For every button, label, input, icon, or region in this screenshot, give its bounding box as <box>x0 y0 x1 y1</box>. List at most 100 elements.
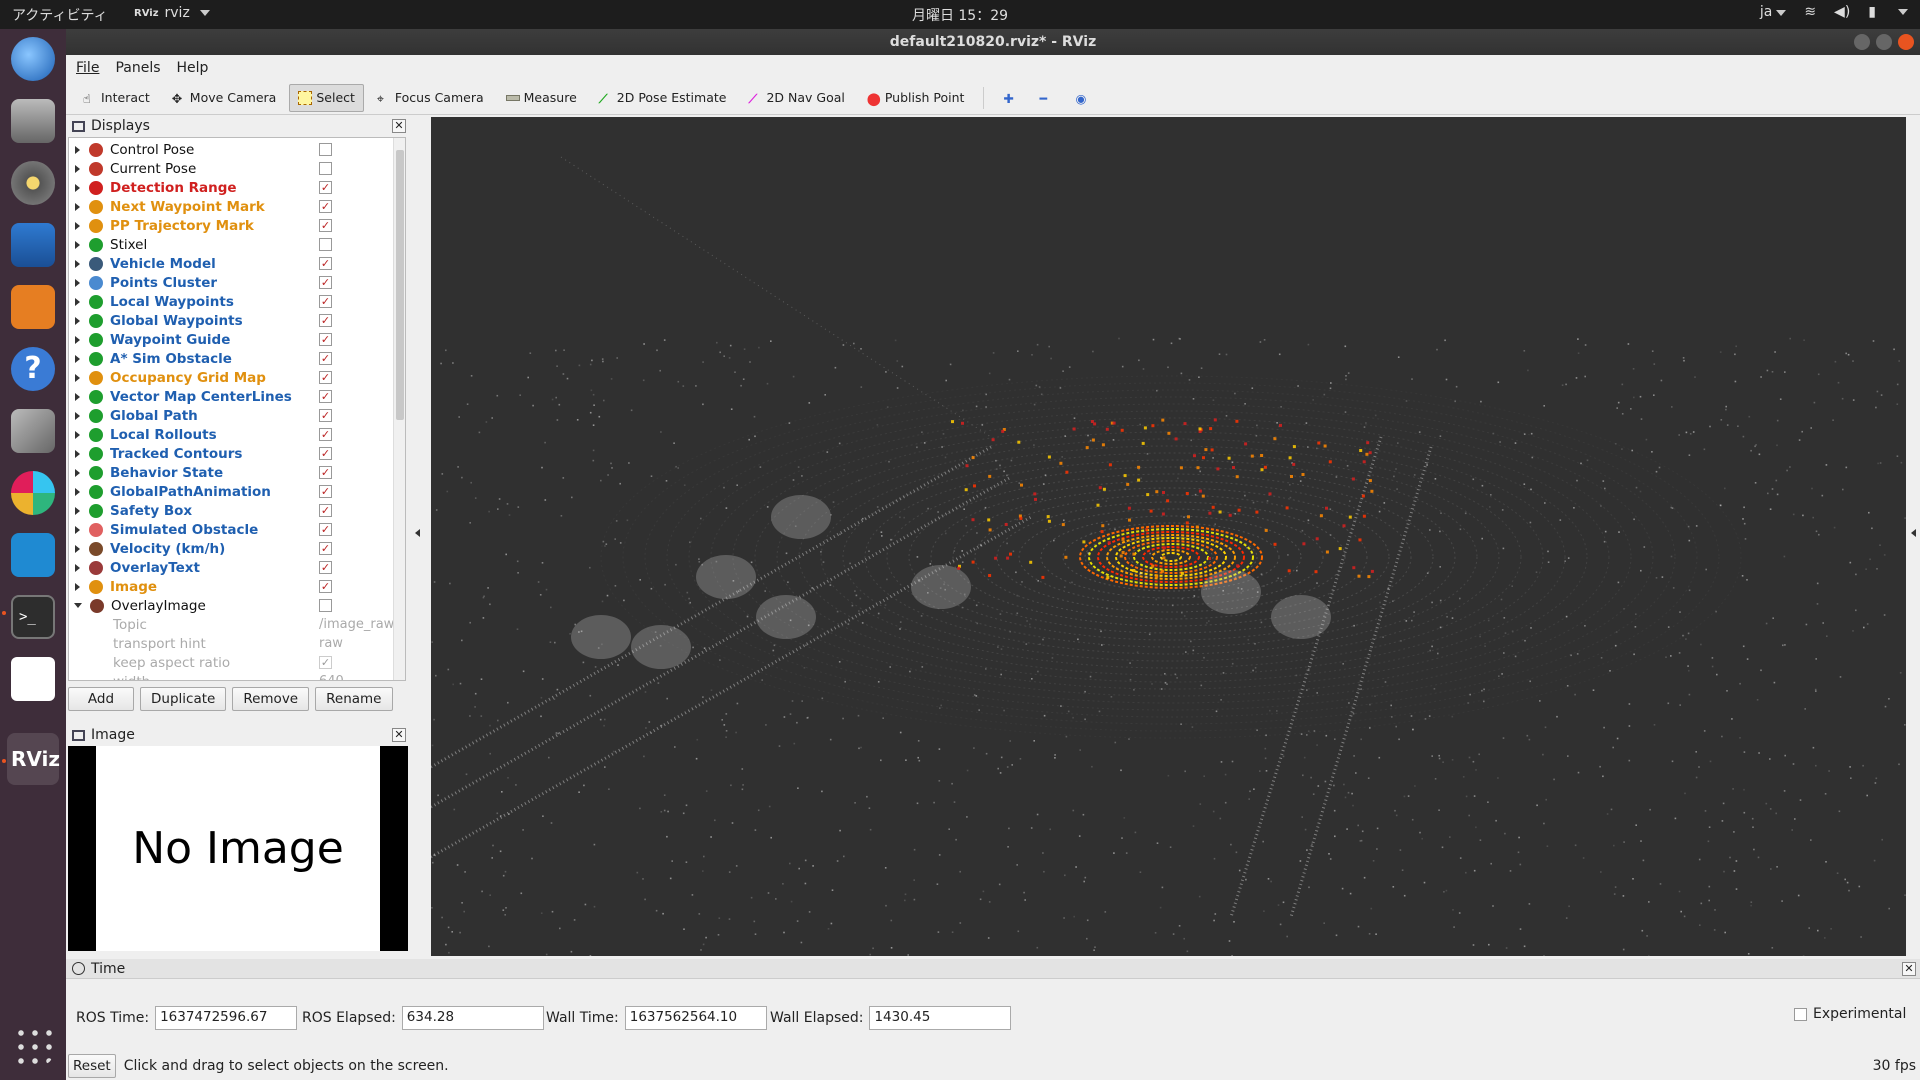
display-item[interactable]: Next Waypoint Mark ✓ <box>69 197 389 216</box>
tool-interact[interactable]: ☝ Interact <box>74 84 159 112</box>
tool-focus-camera[interactable]: ⌖ Focus Camera <box>368 84 493 112</box>
tool-move-camera[interactable]: ✥ Move Camera <box>163 84 286 112</box>
dock-settings[interactable] <box>7 405 59 457</box>
remove-tool-button[interactable]: ━ <box>1030 84 1062 112</box>
display-item[interactable]: OverlayText ✓ <box>69 558 389 577</box>
display-item[interactable]: Points Cluster ✓ <box>69 273 389 292</box>
tool-measure[interactable]: Measure <box>497 84 586 112</box>
displays-scrollbar[interactable] <box>393 138 405 680</box>
window-titlebar[interactable]: default210820.rviz* - RViz <box>66 29 1920 55</box>
display-enable-checkbox[interactable] <box>319 599 332 612</box>
display-item[interactable]: A* Sim Obstacle ✓ <box>69 349 389 368</box>
tool-2d-pose-estimate[interactable]: ⟋ 2D Pose Estimate <box>590 84 736 112</box>
display-enable-checkbox[interactable]: ✓ <box>319 485 332 498</box>
display-item[interactable]: Local Waypoints ✓ <box>69 292 389 311</box>
display-property-row[interactable]: width640 <box>69 672 389 681</box>
add-button[interactable]: Add <box>68 687 134 711</box>
dock-slack[interactable] <box>7 467 59 519</box>
display-property-row[interactable]: Topic/image_raw <box>69 615 394 634</box>
property-value[interactable]: 640 <box>319 674 344 680</box>
display-item[interactable]: Control Pose <box>69 140 389 159</box>
property-value[interactable]: /image_raw <box>319 617 394 632</box>
expand-right-icon[interactable] <box>75 487 80 496</box>
expand-right-icon[interactable] <box>75 259 80 268</box>
app-menu[interactable]: RViz rviz <box>134 5 210 21</box>
expand-right-icon[interactable] <box>75 525 80 534</box>
display-enable-checkbox[interactable]: ✓ <box>319 276 332 289</box>
display-enable-checkbox[interactable]: ✓ <box>319 542 332 555</box>
display-enable-checkbox[interactable] <box>319 143 332 156</box>
dock-files[interactable] <box>7 95 59 147</box>
display-item[interactable]: Global Path ✓ <box>69 406 389 425</box>
wall-elapsed-input[interactable]: 1430.45 <box>869 1006 1012 1030</box>
expand-right-icon[interactable] <box>75 164 80 173</box>
display-item[interactable]: Image ✓ <box>69 577 389 596</box>
display-item[interactable]: Vector Map CenterLines ✓ <box>69 387 389 406</box>
tool-select[interactable]: Select <box>289 83 364 112</box>
display-enable-checkbox[interactable]: ✓ <box>319 504 332 517</box>
display-item[interactable]: Velocity (km/h) ✓ <box>69 539 389 558</box>
display-item[interactable]: Waypoint Guide ✓ <box>69 330 389 349</box>
display-enable-checkbox[interactable]: ✓ <box>319 371 332 384</box>
wall-time-input[interactable]: 1637562564.10 <box>624 1006 767 1030</box>
input-method-indicator[interactable]: ja <box>1760 4 1787 20</box>
dock-autoware[interactable] <box>7 653 59 705</box>
experimental-checkbox[interactable] <box>1794 1007 1807 1021</box>
display-enable-checkbox[interactable]: ✓ <box>319 390 332 403</box>
expand-right-icon[interactable] <box>75 240 80 249</box>
display-item[interactable]: Safety Box ✓ <box>69 501 389 520</box>
expand-right-icon[interactable] <box>75 411 80 420</box>
menu-help[interactable]: Help <box>177 60 209 76</box>
clock[interactable]: 月曜日 15：29 <box>0 5 1920 25</box>
expand-right-icon[interactable] <box>75 145 80 154</box>
minimize-button[interactable] <box>1854 34 1870 50</box>
display-enable-checkbox[interactable]: ✓ <box>319 295 332 308</box>
maximize-button[interactable] <box>1876 34 1892 50</box>
menu-file[interactable]: File <box>76 60 99 76</box>
display-property-row[interactable]: transport hint raw <box>69 634 389 653</box>
display-enable-checkbox[interactable]: ✓ <box>319 523 332 536</box>
close-icon[interactable]: ✕ <box>1902 962 1916 976</box>
menu-panels[interactable]: Panels <box>115 60 160 76</box>
expand-right-icon[interactable] <box>75 354 80 363</box>
display-item[interactable]: Tracked Contours ✓ <box>69 444 389 463</box>
add-tool-button[interactable]: ✚ <box>994 84 1026 112</box>
expand-right-icon[interactable] <box>75 430 80 439</box>
expand-down-icon[interactable] <box>74 603 82 608</box>
close-icon[interactable]: ✕ <box>392 119 406 133</box>
expand-right-icon[interactable] <box>75 449 80 458</box>
expand-right-icon[interactable] <box>75 563 80 572</box>
expand-right-icon[interactable] <box>75 392 80 401</box>
system-tray[interactable]: ja ≋ ◀) ▮ <box>1760 4 1908 20</box>
tool-properties-button[interactable]: ◉ <box>1066 84 1098 112</box>
dock-thunderbird[interactable] <box>7 33 59 85</box>
display-enable-checkbox[interactable]: ✓ <box>319 352 332 365</box>
display-enable-checkbox[interactable]: ✓ <box>319 447 332 460</box>
dock-show-applications[interactable] <box>7 1019 59 1071</box>
display-enable-checkbox[interactable]: ✓ <box>319 561 332 574</box>
display-enable-checkbox[interactable] <box>319 238 332 251</box>
dock-terminal[interactable]: >_ <box>7 591 59 643</box>
close-icon[interactable]: ✕ <box>392 728 406 742</box>
expand-right-icon[interactable] <box>75 582 80 591</box>
expand-right-icon[interactable] <box>75 221 80 230</box>
display-item[interactable]: GlobalPathAnimation ✓ <box>69 482 389 501</box>
display-property-row[interactable]: keep aspect ratio ✓ <box>69 653 389 672</box>
expand-right-icon[interactable] <box>75 468 80 477</box>
ros-elapsed-input[interactable]: 634.28 <box>401 1006 544 1030</box>
display-item[interactable]: Detection Range ✓ <box>69 178 389 197</box>
display-enable-checkbox[interactable]: ✓ <box>319 219 332 232</box>
expand-right-icon[interactable] <box>75 506 80 515</box>
display-enable-checkbox[interactable]: ✓ <box>319 580 332 593</box>
expand-right-icon[interactable] <box>75 373 80 382</box>
ros-time-input[interactable]: 1637472596.67 <box>155 1006 298 1030</box>
display-item[interactable]: Global Waypoints ✓ <box>69 311 389 330</box>
dock-libreoffice-writer[interactable] <box>7 219 59 271</box>
dock-help[interactable]: ? <box>7 343 59 395</box>
dock-vscode[interactable] <box>7 529 59 581</box>
3d-render-view[interactable] <box>431 117 1906 956</box>
reset-button[interactable]: Reset <box>68 1053 116 1078</box>
display-item[interactable]: PP Trajectory Mark ✓ <box>69 216 389 235</box>
expand-right-icon[interactable] <box>75 544 80 553</box>
display-enable-checkbox[interactable]: ✓ <box>319 314 332 327</box>
